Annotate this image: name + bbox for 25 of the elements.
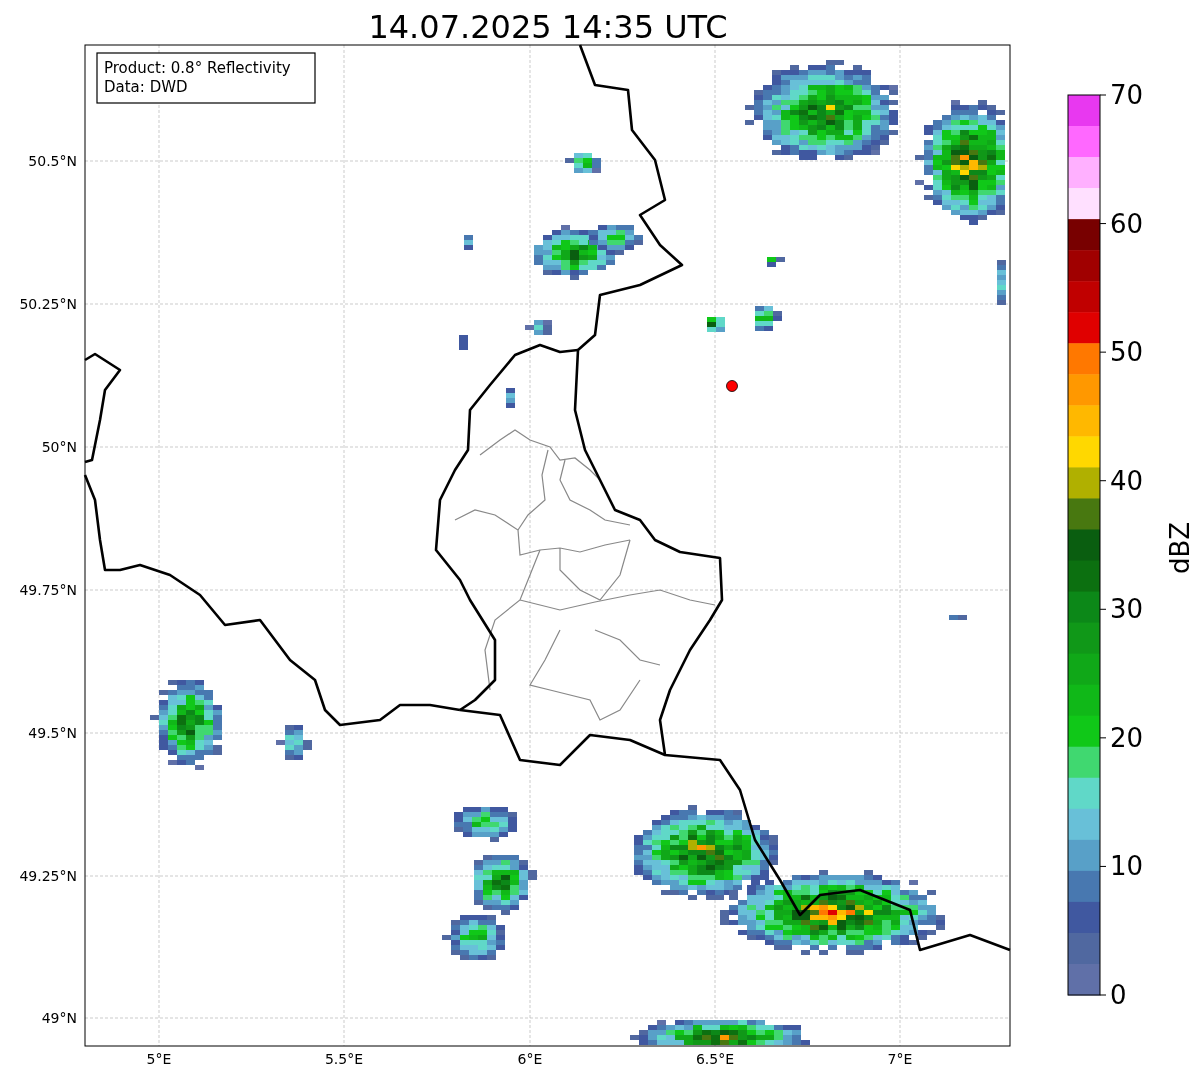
latitude-label: 49.5°N	[28, 725, 77, 741]
colorbar-tick-label: 40	[1110, 465, 1144, 496]
latitude-label: 49.75°N	[19, 582, 77, 598]
colorbar-tick-label: 70	[1110, 80, 1144, 110]
colorbar-tick-label: 50	[1110, 337, 1144, 368]
colorbar-tick-label: 0	[1110, 980, 1127, 1010]
colorbar-label: dBZ	[1165, 521, 1195, 575]
colorbar-tick-label: 60	[1110, 208, 1144, 239]
latitude-label: 49.25°N	[19, 868, 77, 884]
info-text: Data: DWD	[104, 78, 188, 96]
chart-title: 14.07.2025 14:35 UTC	[368, 8, 728, 46]
latitude-label: 49°N	[41, 1010, 77, 1026]
longitude-label: 6°E	[517, 1051, 543, 1067]
colorbar-tick-label: 10	[1110, 851, 1144, 882]
latitude-label: 50.5°N	[28, 153, 77, 169]
latitude-label: 50°N	[41, 439, 77, 455]
longitude-label: 6.5°E	[695, 1051, 735, 1067]
radar-site-marker	[726, 380, 738, 392]
longitude-label: 7°E	[887, 1051, 913, 1067]
longitude-label: 5°E	[146, 1051, 172, 1067]
info-text: Product: 0.8° Reflectivity	[104, 59, 291, 77]
colorbar-tick-label: 30	[1110, 594, 1144, 625]
latitude-label: 50.25°N	[19, 296, 77, 312]
longitude-label: 5.5°E	[324, 1051, 364, 1067]
colorbar-tick-label: 20	[1110, 722, 1144, 753]
